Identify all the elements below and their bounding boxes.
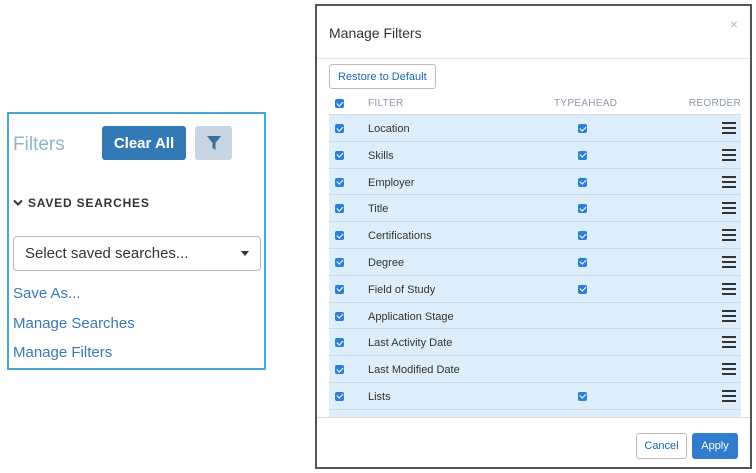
typeahead-checkbox[interactable] — [578, 124, 587, 133]
drag-handle-icon[interactable] — [722, 148, 736, 161]
drag-handle-icon[interactable] — [722, 363, 736, 376]
filter-toggle-button[interactable] — [195, 126, 232, 160]
typeahead-checkbox[interactable] — [578, 391, 587, 401]
table-row[interactable]: Certifications — [329, 222, 741, 249]
filter-name: Lists — [368, 390, 391, 403]
save-as-link[interactable]: Save As... — [13, 285, 81, 302]
filter-enabled-checkbox[interactable] — [335, 204, 344, 214]
table-row[interactable]: Employer — [329, 168, 741, 196]
filter-enabled-checkbox[interactable] — [335, 150, 344, 160]
drag-handle-icon[interactable] — [722, 122, 736, 134]
select-all-checkbox[interactable] — [335, 99, 344, 108]
filter-name: Skills — [368, 149, 394, 162]
modal-footer: Cancel Apply — [317, 417, 750, 467]
manage-filters-modal: Manage Filters × Restore to Default FILT… — [315, 4, 752, 469]
filter-enabled-checkbox[interactable] — [335, 311, 344, 321]
table-row[interactable]: Salary — [329, 409, 741, 417]
filter-enabled-checkbox[interactable] — [335, 284, 344, 294]
table-row[interactable]: Location — [329, 115, 741, 142]
filter-name: Location — [368, 123, 410, 135]
filters-panel: Filters Clear All SAVED SEARCHES Select … — [7, 112, 266, 370]
filter-enabled-checkbox[interactable] — [335, 391, 344, 401]
saved-searches-toggle[interactable]: SAVED SEARCHES — [13, 196, 150, 210]
column-reorder: REORDER — [688, 98, 741, 109]
table-row[interactable]: Lists — [329, 382, 741, 410]
table-row[interactable]: Field of Study — [329, 275, 741, 303]
chevron-down-icon — [13, 199, 23, 206]
filter-list: Location Skills Employer Title Certification… — [329, 114, 741, 417]
filter-table-header: FILTER TYPEAHEAD REORDER — [329, 94, 741, 114]
table-row[interactable]: Last Modified Date — [329, 356, 741, 383]
divider — [317, 58, 750, 59]
modal-title: Manage Filters — [329, 25, 422, 41]
filter-enabled-checkbox[interactable] — [335, 124, 344, 133]
filter-enabled-checkbox[interactable] — [335, 365, 344, 375]
filter-name: Application Stage — [368, 310, 454, 323]
saved-searches-label: SAVED SEARCHES — [28, 196, 150, 210]
table-row[interactable]: Title — [329, 195, 741, 223]
manage-searches-link[interactable]: Manage Searches — [13, 315, 135, 332]
filter-enabled-checkbox[interactable] — [335, 177, 344, 187]
typeahead-checkbox[interactable] — [578, 231, 587, 241]
table-row[interactable]: Degree — [329, 248, 741, 276]
filters-title: Filters — [13, 134, 65, 155]
drag-handle-icon[interactable] — [722, 282, 736, 295]
filter-name: Employer — [368, 176, 415, 189]
cancel-button[interactable]: Cancel — [636, 433, 687, 459]
filter-enabled-checkbox[interactable] — [335, 338, 344, 348]
manage-filters-link[interactable]: Manage Filters — [13, 344, 112, 361]
caret-down-icon — [241, 251, 249, 256]
typeahead-checkbox[interactable] — [578, 257, 587, 267]
select-placeholder: Select saved searches... — [25, 245, 189, 262]
filter-name: Last Activity Date — [368, 337, 453, 350]
funnel-icon — [206, 135, 221, 150]
typeahead-checkbox[interactable] — [578, 177, 587, 187]
drag-handle-icon[interactable] — [722, 255, 736, 268]
filter-name: Field of Study — [368, 283, 436, 296]
saved-searches-select[interactable]: Select saved searches... — [13, 236, 261, 271]
column-filter: FILTER — [368, 98, 404, 109]
drag-handle-icon[interactable] — [722, 202, 736, 215]
table-row[interactable]: Skills — [329, 141, 741, 169]
filter-name: Last Modified Date — [368, 364, 460, 377]
table-row[interactable]: Last Activity Date — [329, 329, 741, 357]
clear-all-button[interactable]: Clear All — [102, 126, 186, 160]
drag-handle-icon[interactable] — [722, 175, 736, 188]
drag-handle-icon[interactable] — [722, 336, 736, 349]
filter-name: Certifications — [368, 230, 432, 243]
drag-handle-icon[interactable] — [722, 229, 736, 242]
filter-name: Title — [368, 203, 389, 216]
filter-name: Degree — [368, 256, 405, 269]
column-typeahead: TYPEAHEAD — [554, 98, 618, 109]
filter-enabled-checkbox[interactable] — [335, 231, 344, 241]
apply-button[interactable]: Apply — [692, 433, 738, 459]
drag-handle-icon[interactable] — [722, 389, 736, 402]
close-icon[interactable]: × — [730, 16, 738, 32]
table-row[interactable]: Application Stage — [329, 302, 741, 330]
restore-default-button[interactable]: Restore to Default — [329, 64, 436, 89]
typeahead-checkbox[interactable] — [578, 284, 587, 294]
filter-enabled-checkbox[interactable] — [335, 257, 344, 267]
typeahead-checkbox[interactable] — [578, 204, 587, 214]
typeahead-checkbox[interactable] — [578, 150, 587, 160]
drag-handle-icon[interactable] — [722, 309, 736, 322]
